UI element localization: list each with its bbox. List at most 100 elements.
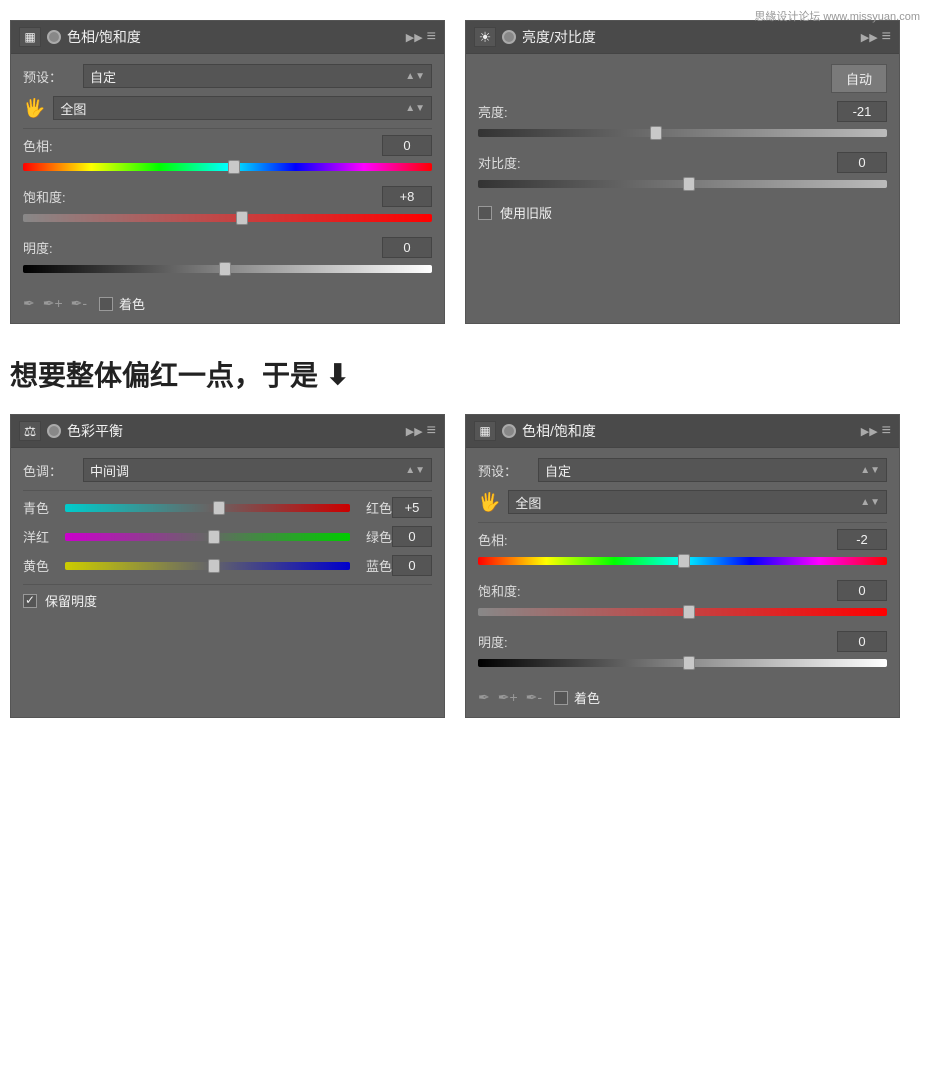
eyedropper-icon[interactable]: ✒ bbox=[23, 295, 35, 312]
panel2-title: 亮度/对比度 bbox=[522, 27, 596, 47]
cyan-red-thumb[interactable] bbox=[213, 501, 225, 515]
yellow-blue-track-wrap[interactable] bbox=[65, 557, 350, 575]
preset-select-arrow-4: ▲▼ bbox=[860, 465, 880, 476]
eyedropper-plus-icon[interactable]: ✒+ bbox=[43, 295, 63, 312]
hue-label-4: 色相: bbox=[478, 530, 538, 549]
cyan-red-value[interactable]: +5 bbox=[392, 497, 432, 518]
legacy-checkbox[interactable] bbox=[478, 206, 492, 220]
magenta-green-track-wrap[interactable] bbox=[65, 528, 350, 546]
panel-header-2: ☀ 亮度/对比度 ▶▶ ≡ bbox=[466, 21, 899, 54]
sat-track-container-4[interactable] bbox=[478, 603, 887, 621]
layer-visibility-icon-2[interactable] bbox=[502, 30, 516, 44]
hue-thumb[interactable] bbox=[228, 160, 240, 174]
light-label-row: 明度: 0 bbox=[23, 237, 432, 258]
legacy-label: 使用旧版 bbox=[500, 203, 552, 222]
sat-track-container[interactable] bbox=[23, 209, 432, 227]
contrast-slider-row: 对比度: 0 bbox=[478, 152, 887, 193]
channel-select-arrow-1: ▲▼ bbox=[405, 103, 425, 114]
eyedropper-minus-icon[interactable]: ✒- bbox=[71, 295, 87, 312]
panel-header-3: ⚖ 色彩平衡 ▶▶ ≡ bbox=[11, 415, 444, 448]
preset-select-4[interactable]: 自定 ▲▼ bbox=[538, 458, 887, 482]
light-value-4[interactable]: 0 bbox=[837, 631, 887, 652]
yellow-label: 黄色 bbox=[23, 556, 59, 575]
brightness-value[interactable]: -21 bbox=[837, 101, 887, 122]
sat-thumb[interactable] bbox=[236, 211, 248, 225]
forward-icon-4: ▶▶ bbox=[861, 425, 878, 438]
contrast-track-container[interactable] bbox=[478, 175, 887, 193]
magenta-green-thumb[interactable] bbox=[208, 530, 220, 544]
preserve-checkbox[interactable] bbox=[23, 594, 37, 608]
panel2-menu-icon[interactable]: ≡ bbox=[882, 28, 891, 46]
hue-label-row-4: 色相: -2 bbox=[478, 529, 887, 550]
hue-track-container-4[interactable] bbox=[478, 552, 887, 570]
light-thumb-4[interactable] bbox=[683, 656, 695, 670]
contrast-value[interactable]: 0 bbox=[837, 152, 887, 173]
hue-value[interactable]: 0 bbox=[382, 135, 432, 156]
hand-icon-4: 🖐 bbox=[478, 492, 500, 513]
brightness-thumb[interactable] bbox=[650, 126, 662, 140]
hue-sat-icon: ▦ bbox=[19, 27, 41, 47]
layer-visibility-icon[interactable] bbox=[47, 30, 61, 44]
light-value[interactable]: 0 bbox=[382, 237, 432, 258]
light-label-row-4: 明度: 0 bbox=[478, 631, 887, 652]
colorize-checkbox-4[interactable] bbox=[554, 691, 568, 705]
yellow-blue-value[interactable]: 0 bbox=[392, 555, 432, 576]
hue-thumb-4[interactable] bbox=[678, 554, 690, 568]
forward-icon: ▶▶ bbox=[406, 31, 423, 44]
contrast-thumb[interactable] bbox=[683, 177, 695, 191]
preset-row-1: 预设： 自定 ▲▼ bbox=[23, 64, 432, 88]
light-track-container-4[interactable] bbox=[478, 654, 887, 672]
panel1-title: 色相/饱和度 bbox=[67, 27, 141, 47]
layer-visibility-icon-3[interactable] bbox=[47, 424, 61, 438]
cyan-label: 青色 bbox=[23, 498, 59, 517]
bottom-tools-1: ✒ ✒+ ✒- 着色 bbox=[23, 288, 432, 313]
sat-thumb-4[interactable] bbox=[683, 605, 695, 619]
middle-text-content: 想要整体偏红一点，于是 bbox=[10, 354, 318, 394]
hue-slider-row: 色相: 0 bbox=[23, 135, 432, 176]
panel1-body: 预设： 自定 ▲▼ 🖐 全图 ▲▼ 色相: 0 bbox=[11, 54, 444, 323]
colorize-row: 着色 bbox=[99, 294, 145, 313]
colorize-checkbox[interactable] bbox=[99, 297, 113, 311]
preset-select-1[interactable]: 自定 ▲▼ bbox=[83, 64, 432, 88]
layer-visibility-icon-4[interactable] bbox=[502, 424, 516, 438]
brightness-slider-row: 亮度: -21 bbox=[478, 101, 887, 142]
panel-brightness-contrast: ☀ 亮度/对比度 ▶▶ ≡ 自动 亮度: -21 bbox=[465, 20, 900, 324]
channel-select-arrow-4: ▲▼ bbox=[860, 497, 880, 508]
magenta-green-value[interactable]: 0 bbox=[392, 526, 432, 547]
cyan-red-track-wrap[interactable] bbox=[65, 499, 350, 517]
panel4-menu-icon[interactable]: ≡ bbox=[882, 422, 891, 440]
green-label: 绿色 bbox=[356, 527, 392, 546]
sat-label-row-4: 饱和度: 0 bbox=[478, 580, 887, 601]
hue-label-row: 色相: 0 bbox=[23, 135, 432, 156]
down-arrow-icon: ⬇ bbox=[326, 358, 349, 391]
panel3-menu-icon[interactable]: ≡ bbox=[427, 422, 436, 440]
light-label: 明度: bbox=[23, 238, 83, 257]
sat-label-4: 饱和度: bbox=[478, 581, 538, 600]
panel-hue-saturation-1: ▦ 色相/饱和度 ▶▶ ≡ 预设： 自定 ▲▼ 🖐 bbox=[10, 20, 445, 324]
light-track-container[interactable] bbox=[23, 260, 432, 278]
yellow-blue-thumb[interactable] bbox=[208, 559, 220, 573]
panel1-menu-icon[interactable]: ≡ bbox=[427, 28, 436, 46]
hue-value-4[interactable]: -2 bbox=[837, 529, 887, 550]
panel-header-1: ▦ 色相/饱和度 ▶▶ ≡ bbox=[11, 21, 444, 54]
eyedropper-icon-4[interactable]: ✒ bbox=[478, 689, 490, 706]
channel-select-1[interactable]: 全图 ▲▼ bbox=[53, 96, 432, 120]
light-thumb[interactable] bbox=[219, 262, 231, 276]
panel2-arrows: ▶▶ ≡ bbox=[861, 28, 891, 46]
tone-select[interactable]: 中间调 ▲▼ bbox=[83, 458, 432, 482]
channel-select-4[interactable]: 全图 ▲▼ bbox=[508, 490, 887, 514]
contrast-label-row: 对比度: 0 bbox=[478, 152, 887, 173]
panel1-arrows: ▶▶ ≡ bbox=[406, 28, 436, 46]
eyedropper-plus-icon-4[interactable]: ✒+ bbox=[498, 689, 518, 706]
sat-slider-row: 饱和度: +8 bbox=[23, 186, 432, 227]
brightness-icon-panel: ☀ bbox=[474, 27, 496, 47]
panel4-title: 色相/饱和度 bbox=[522, 421, 596, 441]
sat-value-4[interactable]: 0 bbox=[837, 580, 887, 601]
hue-label: 色相: bbox=[23, 136, 83, 155]
sat-value[interactable]: +8 bbox=[382, 186, 432, 207]
hue-track-container[interactable] bbox=[23, 158, 432, 176]
colorize-label-4: 着色 bbox=[574, 688, 600, 707]
eyedropper-minus-icon-4[interactable]: ✒- bbox=[526, 689, 542, 706]
brightness-track-container[interactable] bbox=[478, 124, 887, 142]
auto-button[interactable]: 自动 bbox=[831, 64, 887, 93]
